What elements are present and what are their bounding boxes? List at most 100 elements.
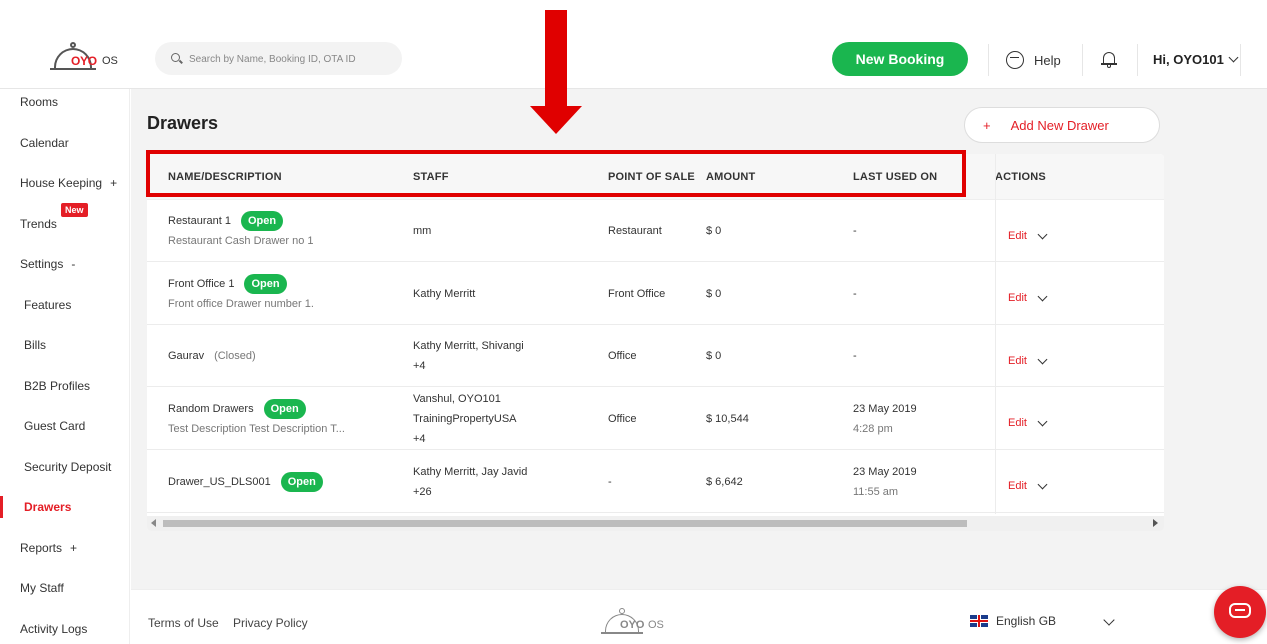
last-used-time: 11:55 am bbox=[853, 486, 899, 498]
annotation-arrow-shaft bbox=[545, 10, 567, 108]
status-badge: Open bbox=[263, 399, 306, 420]
sidebar-item-label: Reports bbox=[20, 541, 63, 555]
search-input[interactable] bbox=[189, 50, 389, 68]
sidebar-item-drawers[interactable]: Drawers bbox=[0, 494, 130, 520]
sidebar-item-label: Rooms bbox=[20, 95, 59, 109]
sidebar-item-security-deposit[interactable]: Security Deposit bbox=[0, 454, 130, 480]
edit-label: Edit bbox=[1008, 480, 1027, 492]
logo-os: OS bbox=[102, 55, 118, 67]
chevron-down-icon[interactable] bbox=[1037, 416, 1048, 426]
chevron-down-icon[interactable] bbox=[1037, 229, 1048, 239]
sidebar-item-label: Bills bbox=[24, 338, 47, 352]
staff-names: Kathy Merritt, Jay Javid bbox=[413, 466, 528, 478]
scroll-left-arrow-icon[interactable] bbox=[151, 519, 156, 527]
sidebar-item-house-keeping[interactable]: House Keeping + bbox=[0, 170, 130, 196]
footer-oyo-os-logo: OYO OS bbox=[601, 606, 671, 642]
new-booking-button[interactable]: New Booking bbox=[832, 42, 968, 76]
add-new-drawer-button[interactable]: + Add New Drawer bbox=[964, 107, 1160, 143]
user-menu[interactable]: Hi, OYO101 bbox=[1153, 52, 1239, 67]
page-title: Drawers bbox=[147, 113, 219, 133]
amount-cell: $ 0 bbox=[706, 350, 722, 362]
bell-icon[interactable] bbox=[1101, 50, 1117, 68]
pos-cell: - bbox=[608, 476, 612, 488]
sidebar-item-my-staff[interactable]: My Staff bbox=[0, 575, 130, 601]
drawer-description: Front office Drawer number 1. bbox=[168, 298, 314, 311]
last-used-date: 23 May 2019 bbox=[853, 403, 917, 415]
pos-cell: Office bbox=[608, 413, 637, 425]
expand-icon: + bbox=[110, 176, 118, 190]
footer: Terms of Use Privacy Policy OYO OS Engli… bbox=[131, 589, 1267, 644]
horizontal-scrollbar[interactable] bbox=[147, 516, 1164, 531]
edit-drawer-button[interactable]: Edit bbox=[1008, 229, 1048, 242]
drawer-name-cell: Restaurant 1 Open Restaurant Cash Drawer … bbox=[168, 211, 314, 251]
search-box bbox=[155, 42, 402, 75]
last-used-cell: - bbox=[853, 288, 857, 300]
top-header: OYO OS New Booking Help Hi, OYO101 bbox=[0, 0, 1267, 89]
staff-names: TrainingPropertyUSA bbox=[413, 413, 517, 425]
status-closed-label: (Closed) bbox=[214, 350, 256, 362]
chevron-down-icon[interactable] bbox=[1037, 354, 1048, 364]
logo-plate bbox=[50, 68, 96, 70]
chevron-down-icon[interactable] bbox=[1037, 291, 1048, 301]
status-badge: Open bbox=[280, 472, 323, 493]
sidebar-item-guest-card[interactable]: Guest Card bbox=[0, 413, 130, 439]
sidebar-item-label: House Keeping bbox=[20, 176, 103, 190]
pos-cell: Office bbox=[608, 350, 637, 362]
header-divider bbox=[1082, 44, 1083, 76]
pos-cell: Restaurant bbox=[608, 225, 662, 237]
sidebar-item-label: Calendar bbox=[20, 136, 69, 150]
pos-cell: Front Office bbox=[608, 288, 666, 300]
sidebar-item-trends[interactable]: Trends New bbox=[0, 203, 130, 237]
drawer-description: Test Description Test Description T... bbox=[168, 423, 345, 436]
edit-drawer-button[interactable]: Edit bbox=[1008, 416, 1048, 429]
scroll-right-arrow-icon[interactable] bbox=[1153, 519, 1158, 527]
staff-cell: Kathy Merritt bbox=[413, 288, 476, 300]
privacy-policy-link[interactable]: Privacy Policy bbox=[233, 616, 308, 630]
drawer-name-cell: Front Office 1 Open Front office Drawer n… bbox=[168, 274, 314, 314]
sidebar-item-calendar[interactable]: Calendar bbox=[0, 130, 130, 156]
staff-more-count[interactable]: +4 bbox=[413, 360, 426, 372]
help-label: Help bbox=[1034, 52, 1061, 68]
sidebar-item-settings[interactable]: Settings - bbox=[0, 251, 130, 277]
footer-logo-word: OYO bbox=[620, 619, 645, 631]
staff-cell: mm bbox=[413, 225, 432, 237]
amount-cell: $ 6,642 bbox=[706, 476, 743, 488]
sidebar-item-label: My Staff bbox=[20, 581, 64, 595]
last-used-time: 4:28 pm bbox=[853, 423, 893, 435]
sidebar-item-label: B2B Profiles bbox=[24, 379, 91, 393]
language-selector[interactable]: English GB bbox=[970, 614, 1056, 628]
sidebar-item-features[interactable]: Features bbox=[0, 292, 130, 318]
edit-label: Edit bbox=[1008, 417, 1027, 429]
help-link[interactable]: Help bbox=[1006, 50, 1061, 70]
chevron-down-icon[interactable] bbox=[1103, 614, 1115, 626]
sidebar-item-b2b-profiles[interactable]: B2B Profiles bbox=[0, 373, 130, 399]
drawer-name: Drawer_US_DLS001 bbox=[168, 476, 271, 488]
edit-drawer-button[interactable]: Edit bbox=[1008, 479, 1048, 492]
chat-support-button[interactable] bbox=[1214, 586, 1266, 638]
sidebar-item-rooms[interactable]: Rooms bbox=[0, 89, 130, 115]
drawer-name: Gaurav bbox=[168, 350, 205, 362]
edit-drawer-button[interactable]: Edit bbox=[1008, 354, 1048, 367]
actions-column: Edit Edit Edit Edit Edit bbox=[995, 154, 1164, 514]
drawers-table: NAME/DESCRIPTION STAFF POINT OF SALE AMO… bbox=[147, 154, 1164, 531]
user-greeting: Hi, OYO101 bbox=[1153, 52, 1224, 67]
chevron-down-icon bbox=[1228, 52, 1239, 63]
staff-more-count[interactable]: +26 bbox=[413, 486, 432, 498]
terms-of-use-link[interactable]: Terms of Use bbox=[148, 616, 219, 630]
sidebar-item-label: Trends bbox=[20, 217, 57, 231]
expand-icon: + bbox=[70, 541, 78, 555]
amount-cell: $ 0 bbox=[706, 225, 722, 237]
annotation-arrow-head bbox=[530, 106, 582, 134]
chevron-down-icon[interactable] bbox=[1037, 479, 1048, 489]
footer-logo-os: OS bbox=[648, 619, 664, 631]
oyo-os-logo[interactable]: OYO OS bbox=[50, 40, 120, 80]
staff-more-count[interactable]: +4 bbox=[413, 433, 426, 445]
sidebar-item-reports[interactable]: Reports + bbox=[0, 535, 130, 561]
last-used-cell: 23 May 2019 4:28 pm bbox=[853, 399, 917, 439]
header-divider bbox=[1137, 44, 1138, 76]
scrollbar-thumb[interactable] bbox=[163, 520, 967, 527]
edit-drawer-button[interactable]: Edit bbox=[1008, 291, 1048, 304]
edit-label: Edit bbox=[1008, 355, 1027, 367]
sidebar-item-bills[interactable]: Bills bbox=[0, 332, 130, 358]
sidebar-item-activity-logs[interactable]: Activity Logs bbox=[0, 616, 130, 642]
